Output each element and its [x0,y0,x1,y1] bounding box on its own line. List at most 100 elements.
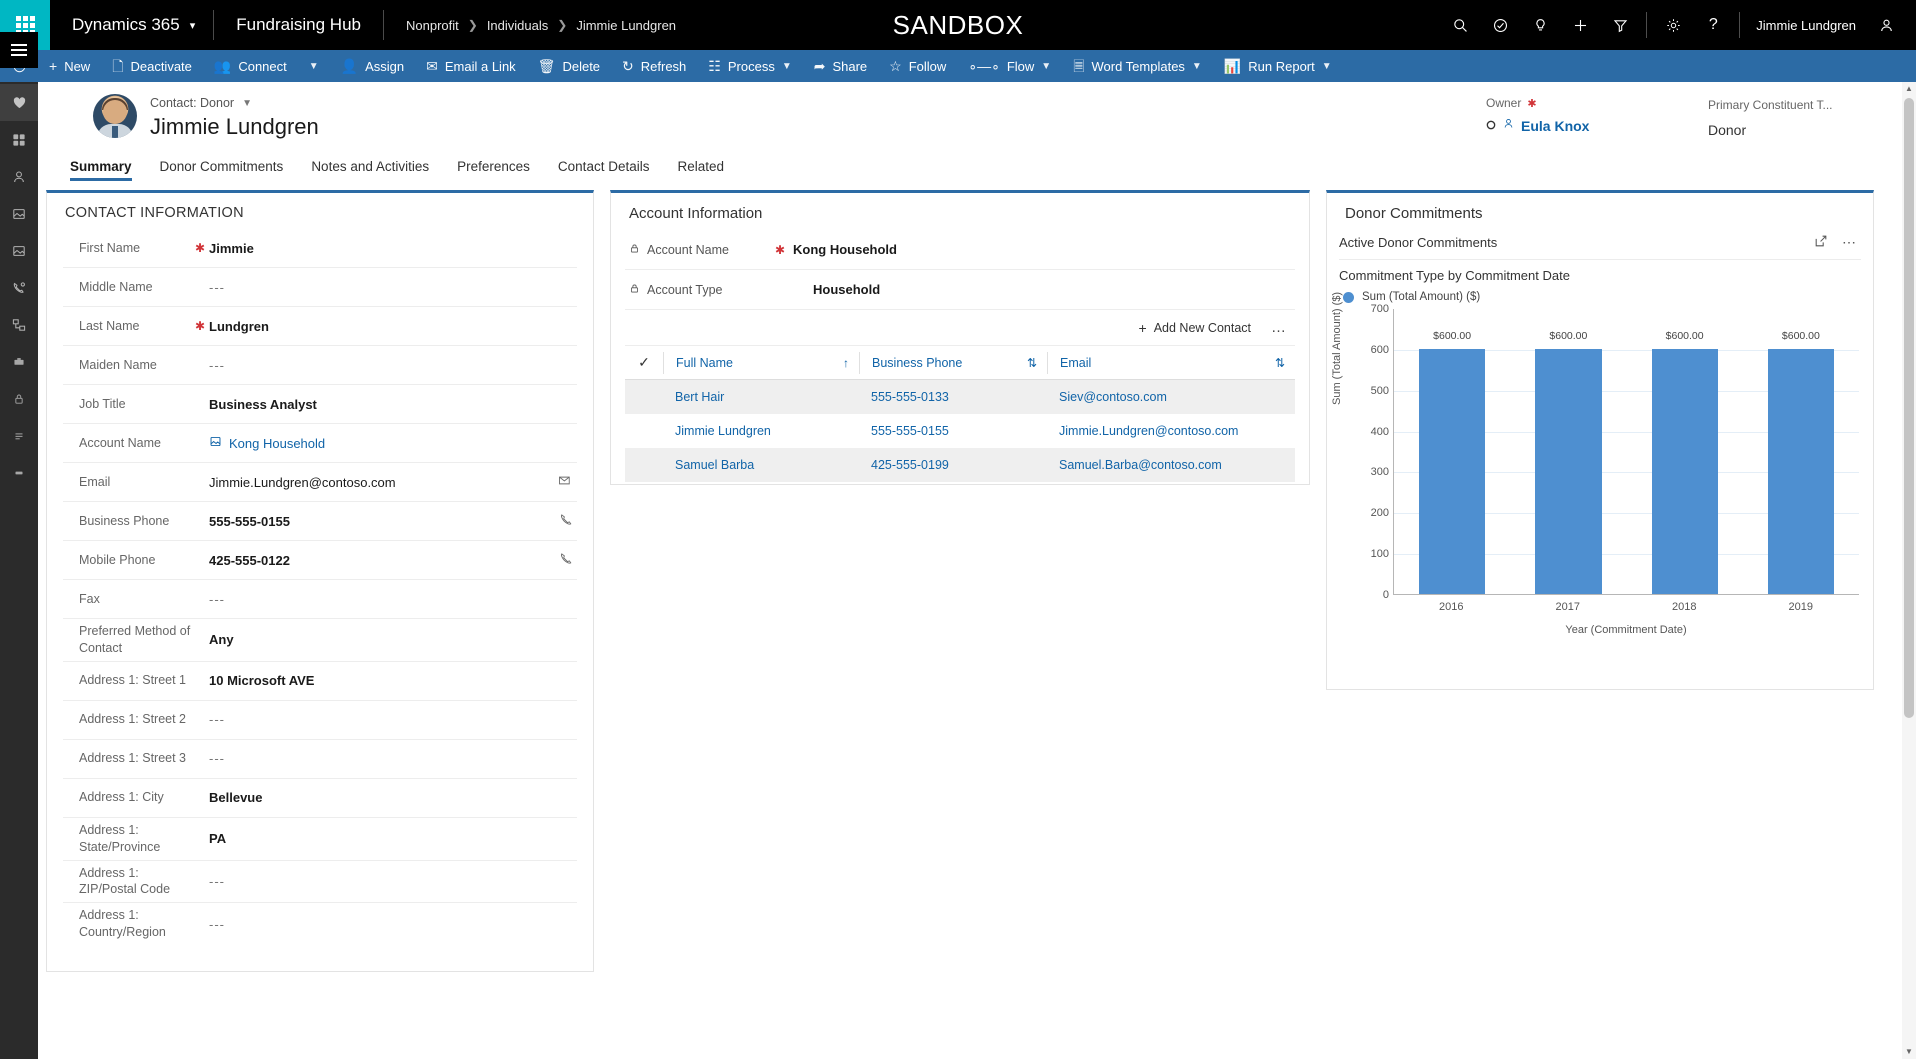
refresh-button[interactable]: ↻ Refresh [611,50,697,82]
phone-icon[interactable] [558,512,577,530]
scrollbar-thumb[interactable] [1904,98,1914,718]
field-row-last-name[interactable]: Last Name ✱ Lundgren [63,307,577,346]
bar-2017[interactable] [1535,349,1601,594]
field-row-address1-street2[interactable]: Address 1: Street 2 --- [63,701,577,740]
table-row[interactable]: Bert Hair 555-555-0133 Siev@contoso.com [625,380,1295,414]
field-row-address1-street3[interactable]: Address 1: Street 3 --- [63,740,577,779]
breadcrumb-item-0[interactable]: Nonprofit [406,18,459,33]
field-row-address1-country[interactable]: Address 1: Country/Region --- [63,903,577,945]
filter-icon[interactable] [1600,0,1640,50]
sidebar-item-network[interactable] [0,306,38,343]
middle-name-value[interactable]: --- [209,280,577,295]
breadcrumb-item-2[interactable]: Jimmie Lundgren [576,18,676,33]
user-avatar-icon[interactable] [1866,0,1906,50]
first-name-value[interactable]: Jimmie [209,241,577,256]
field-row-account-name[interactable]: Account Name ✱ Kong Household [625,230,1295,270]
job-title-value[interactable]: Business Analyst [209,397,577,412]
flow-button[interactable]: ∘—∘ Flow ▼ [957,50,1062,82]
sidebar-item-more[interactable] [0,454,38,491]
email-icon[interactable] [558,474,577,490]
scroll-up-arrow[interactable]: ▲ [1902,82,1916,96]
deactivate-button[interactable]: 🗋 Deactivate [101,50,203,82]
preferred-method-value[interactable]: Any [209,632,577,647]
help-icon[interactable]: ? [1693,0,1733,50]
address1-state-value[interactable]: PA [209,831,577,846]
column-header-full-name[interactable]: Full Name ↑ [663,352,859,374]
cell-full-name[interactable]: Samuel Barba [663,458,859,472]
column-header-business-phone[interactable]: Business Phone ⇅ [859,352,1047,374]
sidebar-item-accounts[interactable] [0,195,38,232]
user-name-label[interactable]: Jimmie Lundgren [1746,18,1866,33]
field-row-address1-city[interactable]: Address 1: City Bellevue [63,779,577,818]
cell-full-name[interactable]: Bert Hair [663,390,859,404]
field-row-business-phone[interactable]: Business Phone 555-555-0155 [63,502,577,541]
column-header-email[interactable]: Email ⇅ [1047,352,1295,374]
email-a-link-button[interactable]: ✉ Email a Link [415,50,527,82]
plus-icon[interactable] [1560,0,1600,50]
address1-country-value[interactable]: --- [209,917,577,932]
sidebar-item-lists[interactable] [0,417,38,454]
share-button[interactable]: ➦ Share [803,50,878,82]
field-row-maiden-name[interactable]: Maiden Name --- [63,346,577,385]
field-row-preferred-method-of-contact[interactable]: Preferred Method of Contact Any [63,619,577,662]
dynamics365-brand-menu[interactable]: Dynamics 365 ▾ [50,0,213,50]
field-row-email[interactable]: Email Jimmie.Lundgren@contoso.com [63,463,577,502]
tab-preferences[interactable]: Preferences [443,159,544,181]
popout-icon[interactable] [1814,234,1828,251]
record-entity-type[interactable]: Contact: Donor ▼ [150,96,252,110]
sidebar-item-contacts[interactable] [0,158,38,195]
bar-2016[interactable] [1419,349,1485,594]
field-row-first-name[interactable]: First Name ✱ Jimmie [63,229,577,268]
cell-full-name[interactable]: Jimmie Lundgren [663,424,859,438]
new-button[interactable]: + New [38,50,101,82]
field-row-mobile-phone[interactable]: Mobile Phone 425-555-0122 [63,541,577,580]
address1-street2-value[interactable]: --- [209,712,577,727]
connect-dropdown[interactable]: ▼ [298,50,330,82]
sidebar-item-recent[interactable] [0,121,38,158]
gear-icon[interactable] [1653,0,1693,50]
field-row-address1-street1[interactable]: Address 1: Street 1 10 Microsoft AVE [63,662,577,701]
sidebar-item-campaigns[interactable] [0,343,38,380]
page-scrollbar[interactable]: ▲ ▼ [1902,82,1916,1059]
field-row-job-title[interactable]: Job Title Business Analyst [63,385,577,424]
more-icon[interactable]: ⋯ [1842,234,1857,251]
bar-2018[interactable] [1652,349,1718,594]
cell-email[interactable]: Jimmie.Lundgren@contoso.com [1047,424,1295,438]
fax-value[interactable]: --- [209,592,577,607]
cell-business-phone[interactable]: 425-555-0199 [859,458,1047,472]
check-circle-icon[interactable] [1480,0,1520,50]
select-all-checkbox[interactable]: ✓ [625,354,663,371]
address1-city-value[interactable]: Bellevue [209,790,577,805]
site-map-toggle-button[interactable] [0,32,38,68]
bar-2019[interactable] [1768,349,1834,594]
tab-contact-details[interactable]: Contact Details [544,159,664,181]
process-button[interactable]: ☷ Process ▼ [697,50,802,82]
tab-summary[interactable]: Summary [56,159,146,181]
search-icon[interactable] [1440,0,1480,50]
address1-zip-value[interactable]: --- [209,874,577,889]
tab-donor-commitments[interactable]: Donor Commitments [146,159,298,181]
run-report-button[interactable]: 📊 Run Report ▼ [1213,50,1343,82]
tab-notes-and-activities[interactable]: Notes and Activities [297,159,443,181]
add-new-contact-button[interactable]: + Add New Contact [1133,317,1257,339]
field-row-address1-zip[interactable]: Address 1: ZIP/Postal Code --- [63,861,577,904]
address1-street3-value[interactable]: --- [209,751,577,766]
sidebar-item-payments[interactable] [0,380,38,417]
scroll-down-arrow[interactable]: ▼ [1902,1045,1916,1059]
lightbulb-icon[interactable] [1520,0,1560,50]
cell-business-phone[interactable]: 555-555-0155 [859,424,1047,438]
sidebar-item-calls[interactable] [0,269,38,306]
field-row-address1-state-province[interactable]: Address 1: State/Province PA [63,818,577,861]
business-phone-value[interactable]: 555-555-0155 [209,514,558,529]
field-row-middle-name[interactable]: Middle Name --- [63,268,577,307]
cell-email[interactable]: Samuel.Barba@contoso.com [1047,458,1295,472]
address1-street1-value[interactable]: 10 Microsoft AVE [209,673,577,688]
field-row-account-name[interactable]: Account Name Kong Household [63,424,577,463]
maiden-name-value[interactable]: --- [209,358,577,373]
word-templates-button[interactable]: 🗏 Word Templates ▼ [1062,50,1213,82]
account-name-lookup[interactable]: Kong Household [209,435,577,451]
phone-icon[interactable] [558,551,577,569]
connect-button[interactable]: 👥 Connect [203,50,298,82]
sidebar-item-home[interactable] [0,84,38,121]
chart-view-name[interactable]: Active Donor Commitments [1339,235,1497,250]
